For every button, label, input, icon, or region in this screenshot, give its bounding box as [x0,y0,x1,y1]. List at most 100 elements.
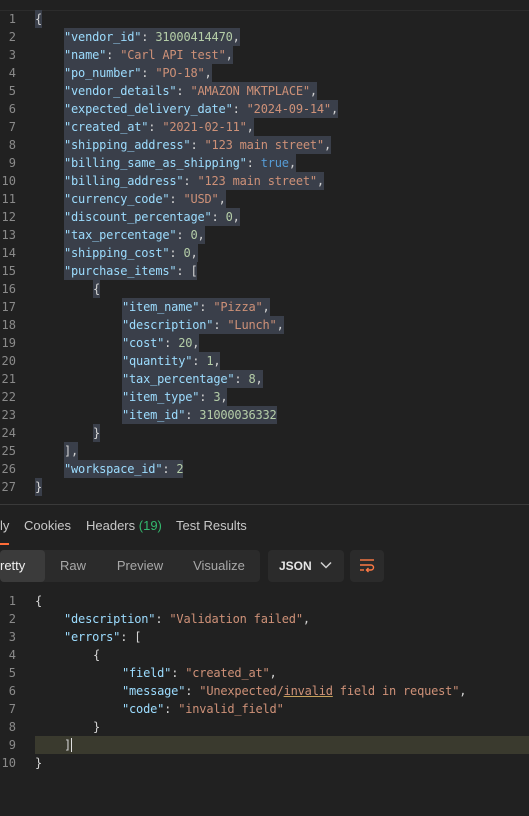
view-mode-segmented-control: retty Raw Preview Visualize [0,550,260,582]
code-token: "po_number" [64,66,142,80]
code-text: "billing_address": "123 main street", [64,172,324,190]
code-token: "field" [122,666,172,680]
response-line: 7 "code": "invalid_field" [0,700,529,718]
code-token: "description" [122,318,214,332]
line-number: 19 [1,336,16,350]
line-number: 3 [8,48,16,62]
code-text: { [35,592,42,610]
line-number: 17 [1,300,16,314]
wrap-lines-button[interactable] [350,550,384,582]
code-token: "message" [122,684,186,698]
response-line: 2 "description": "Validation failed", [0,610,529,628]
response-line: 4{ [0,646,529,664]
tab-cookies[interactable]: Cookies [24,518,71,533]
code-token: "workspace_id" [64,462,163,476]
code-text: ], [64,442,78,460]
view-mode-visualize[interactable]: Visualize [186,550,252,582]
code-text: "discount_percentage": 0, [64,208,240,226]
code-text: "created_at": "2021-02-11", [64,118,254,136]
code-text: "billing_same_as_shipping": true, [64,154,296,172]
code-text: "currency_code": "USD", [64,190,226,208]
code-text: "item_type": 3, [122,388,228,406]
request-line: 7 "created_at": "2021-02-11", [0,118,529,136]
code-token: : [169,192,184,206]
code-text: "quantity": 1, [122,352,221,370]
code-token: , [262,300,270,314]
code-token: : [141,66,156,80]
code-text: { [35,10,42,28]
code-token: "item_id" [122,408,186,422]
code-token: 8 [248,372,256,386]
line-number: 8 [8,720,16,734]
code-token: : [185,408,200,422]
code-token: "quantity" [122,354,193,368]
code-text: "workspace_id": 2 [64,460,184,478]
request-line: 15 "purchase_items": [ [0,262,529,280]
request-line: 27} [0,478,529,496]
line-number: 15 [1,264,16,278]
code-token: , [255,372,263,386]
code-text: "tax_percentage": 8, [122,370,263,388]
request-line: 6 "expected_delivery_date": "2024-09-14", [0,100,529,118]
line-number: 22 [1,390,16,404]
code-token: , [309,84,317,98]
line-number: 7 [8,120,16,134]
chevron-down-icon [320,561,332,569]
request-line: 19 "cost": 20, [0,334,529,352]
response-body-viewer[interactable]: 1{2 "description": "Validation failed", 3 "… [0,590,529,816]
view-mode-raw[interactable]: Raw [49,550,97,582]
code-token: ], [64,444,79,458]
code-token: "Pizza" [213,300,263,314]
code-token: : [199,300,214,314]
code-token: { [35,594,43,608]
request-line: 8 "shipping_address": "123 main street", [0,136,529,154]
line-number: 10 [1,756,16,770]
code-token: 20 [178,336,193,350]
code-token: : [141,30,156,44]
code-text: "expected_delivery_date": "2024-09-14", [64,100,338,118]
line-number: 18 [1,318,16,332]
tab-headers[interactable]: Headers (19) [86,518,162,533]
format-select[interactable]: JSON [268,550,344,582]
code-token: "errors" [64,630,121,644]
request-line: 18 "description": "Lunch", [0,316,529,334]
code-token: { [93,282,101,296]
code-token: 31000414470 [155,30,233,44]
code-token: , [330,102,338,116]
view-mode-pretty[interactable]: retty [0,550,45,582]
code-text: { [93,646,100,664]
tab-headers-label: Headers [86,518,136,533]
code-token: : [183,174,198,188]
code-token: "USD" [183,192,219,206]
code-token: } [93,720,101,734]
code-token: : [176,228,191,242]
code-token: "123 main street" [204,138,325,152]
line-number: 20 [1,354,16,368]
line-number: 23 [1,408,16,422]
code-token: : [ [176,264,198,278]
line-number: 2 [8,30,16,44]
code-token: "2021-02-11" [162,120,247,134]
code-token: ] [64,738,72,752]
line-number: 14 [1,246,16,260]
tab-test-results[interactable]: Test Results [176,518,247,533]
code-token: "cost" [122,336,165,350]
code-token: : [155,612,170,626]
request-line: 3 "name": "Carl API test", [0,46,529,64]
code-token: : [211,210,226,224]
code-token: [ [134,630,142,644]
view-mode-preview[interactable]: Preview [108,550,172,582]
line-number: 27 [1,480,16,494]
code-token: "currency_code" [64,192,170,206]
tab-body[interactable]: ly [0,518,9,533]
code-token: : [164,336,179,350]
code-text: "errors": [ [64,628,141,646]
code-token: "discount_percentage" [64,210,212,224]
code-token: , [220,390,228,404]
code-text: "message": "Unexpected/invalid field in … [122,682,466,700]
request-body-editor[interactable]: 1{2 "vendor_id": 31000414470, 3 "name": "Ca… [0,0,529,504]
code-token: , [192,336,200,350]
line-number: 5 [8,84,16,98]
code-token: : [120,630,135,644]
code-token: 0 [225,210,233,224]
